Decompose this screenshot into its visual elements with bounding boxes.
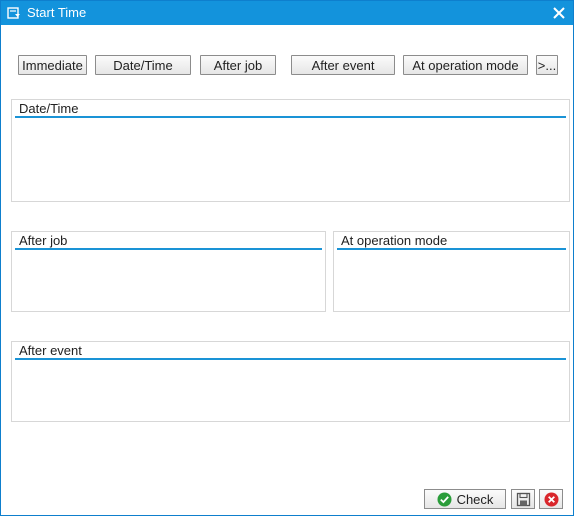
close-button[interactable] (549, 3, 569, 23)
start-time-dialog: Start Time Immediate Date/Time After job… (0, 0, 574, 516)
at-operation-mode-panel-title: At operation mode (341, 233, 448, 248)
after-job-panel-divider (15, 248, 322, 250)
after-job-panel: After job (11, 231, 326, 312)
at-operation-mode-panel: At operation mode (333, 231, 570, 312)
window-title: Start Time (27, 5, 87, 20)
title-bar: Start Time (1, 1, 573, 25)
at-operation-mode-button[interactable]: At operation mode (403, 55, 528, 75)
check-icon (437, 492, 452, 506)
date-time-panel-divider (15, 116, 566, 118)
after-event-button[interactable]: After event (291, 55, 395, 75)
save-icon (516, 492, 530, 506)
after-job-button[interactable]: After job (200, 55, 276, 75)
more-button[interactable]: >... (536, 55, 558, 75)
after-event-panel-title: After event (19, 343, 82, 358)
date-time-panel: Date/Time (11, 99, 570, 202)
after-event-panel-divider (15, 358, 566, 360)
close-icon (553, 7, 565, 19)
window-icon (7, 7, 20, 19)
date-time-button[interactable]: Date/Time (95, 55, 191, 75)
check-button-label: Check (456, 491, 494, 507)
cancel-button[interactable] (539, 489, 563, 509)
after-job-panel-title: After job (19, 233, 68, 248)
immediate-button[interactable]: Immediate (18, 55, 87, 75)
at-operation-mode-panel-divider (337, 248, 566, 250)
check-button[interactable]: Check (424, 489, 506, 509)
date-time-panel-title: Date/Time (19, 101, 79, 116)
after-event-panel: After event (11, 341, 570, 422)
save-button[interactable] (511, 489, 535, 509)
cancel-icon (544, 492, 558, 506)
